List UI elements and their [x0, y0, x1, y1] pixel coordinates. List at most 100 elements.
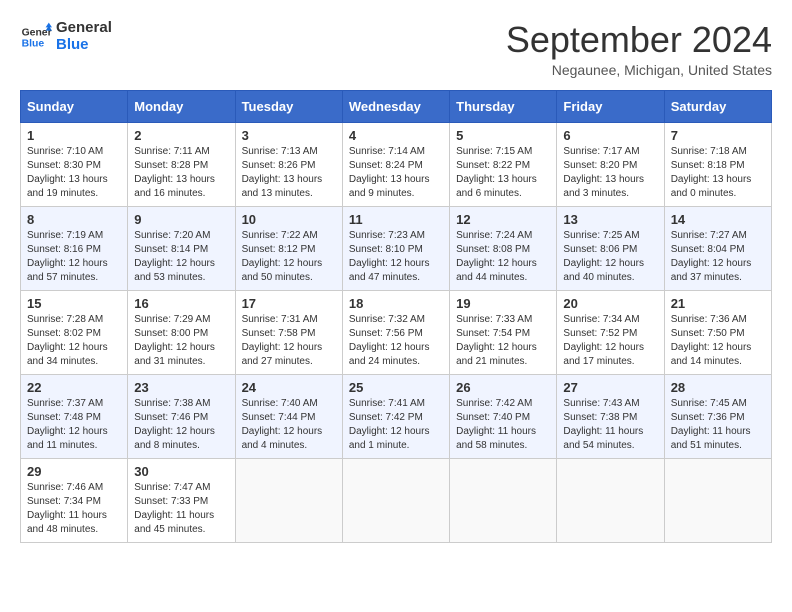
day-number: 12	[456, 212, 550, 227]
day-info: Sunrise: 7:38 AMSunset: 7:46 PMDaylight:…	[134, 398, 215, 451]
day-info: Sunrise: 7:15 AMSunset: 8:22 PMDaylight:…	[456, 146, 537, 199]
day-cell: 26 Sunrise: 7:42 AMSunset: 7:40 PMDaylig…	[450, 374, 557, 458]
week-row-1: 1 Sunrise: 7:10 AMSunset: 8:30 PMDayligh…	[21, 122, 772, 206]
svg-text:Blue: Blue	[22, 38, 45, 49]
day-number: 23	[134, 380, 228, 395]
day-cell: 18 Sunrise: 7:32 AMSunset: 7:56 PMDaylig…	[342, 290, 449, 374]
day-info: Sunrise: 7:11 AMSunset: 8:28 PMDaylight:…	[134, 146, 215, 199]
day-info: Sunrise: 7:41 AMSunset: 7:42 PMDaylight:…	[349, 398, 430, 451]
day-cell: 1 Sunrise: 7:10 AMSunset: 8:30 PMDayligh…	[21, 122, 128, 206]
day-info: Sunrise: 7:37 AMSunset: 7:48 PMDaylight:…	[27, 398, 108, 451]
day-number: 3	[242, 128, 336, 143]
day-number: 4	[349, 128, 443, 143]
day-cell: 6 Sunrise: 7:17 AMSunset: 8:20 PMDayligh…	[557, 122, 664, 206]
day-number: 20	[563, 296, 657, 311]
logo-icon: General Blue	[20, 21, 52, 53]
day-cell: 15 Sunrise: 7:28 AMSunset: 8:02 PMDaylig…	[21, 290, 128, 374]
day-cell: 29 Sunrise: 7:46 AMSunset: 7:34 PMDaylig…	[21, 458, 128, 542]
day-cell	[235, 458, 342, 542]
day-cell: 14 Sunrise: 7:27 AMSunset: 8:04 PMDaylig…	[664, 206, 771, 290]
logo-text: General Blue	[56, 20, 112, 53]
day-cell: 4 Sunrise: 7:14 AMSunset: 8:24 PMDayligh…	[342, 122, 449, 206]
week-row-2: 8 Sunrise: 7:19 AMSunset: 8:16 PMDayligh…	[21, 206, 772, 290]
day-info: Sunrise: 7:34 AMSunset: 7:52 PMDaylight:…	[563, 314, 644, 367]
day-cell: 9 Sunrise: 7:20 AMSunset: 8:14 PMDayligh…	[128, 206, 235, 290]
day-info: Sunrise: 7:18 AMSunset: 8:18 PMDaylight:…	[671, 146, 752, 199]
day-info: Sunrise: 7:27 AMSunset: 8:04 PMDaylight:…	[671, 230, 752, 283]
day-info: Sunrise: 7:24 AMSunset: 8:08 PMDaylight:…	[456, 230, 537, 283]
day-info: Sunrise: 7:13 AMSunset: 8:26 PMDaylight:…	[242, 146, 323, 199]
day-number: 27	[563, 380, 657, 395]
week-row-3: 15 Sunrise: 7:28 AMSunset: 8:02 PMDaylig…	[21, 290, 772, 374]
day-info: Sunrise: 7:42 AMSunset: 7:40 PMDaylight:…	[456, 398, 536, 451]
day-info: Sunrise: 7:47 AMSunset: 7:33 PMDaylight:…	[134, 482, 214, 535]
day-info: Sunrise: 7:43 AMSunset: 7:38 PMDaylight:…	[563, 398, 643, 451]
day-cell: 11 Sunrise: 7:23 AMSunset: 8:10 PMDaylig…	[342, 206, 449, 290]
day-number: 2	[134, 128, 228, 143]
day-number: 24	[242, 380, 336, 395]
day-cell: 8 Sunrise: 7:19 AMSunset: 8:16 PMDayligh…	[21, 206, 128, 290]
weekday-header-row: SundayMondayTuesdayWednesdayThursdayFrid…	[21, 90, 772, 122]
day-number: 15	[27, 296, 121, 311]
day-cell: 13 Sunrise: 7:25 AMSunset: 8:06 PMDaylig…	[557, 206, 664, 290]
day-cell: 10 Sunrise: 7:22 AMSunset: 8:12 PMDaylig…	[235, 206, 342, 290]
week-row-4: 22 Sunrise: 7:37 AMSunset: 7:48 PMDaylig…	[21, 374, 772, 458]
title-area: September 2024 Negaunee, Michigan, Unite…	[506, 20, 772, 78]
day-number: 16	[134, 296, 228, 311]
weekday-header-wednesday: Wednesday	[342, 90, 449, 122]
day-number: 25	[349, 380, 443, 395]
day-cell: 25 Sunrise: 7:41 AMSunset: 7:42 PMDaylig…	[342, 374, 449, 458]
day-info: Sunrise: 7:29 AMSunset: 8:00 PMDaylight:…	[134, 314, 215, 367]
day-cell	[342, 458, 449, 542]
day-cell: 21 Sunrise: 7:36 AMSunset: 7:50 PMDaylig…	[664, 290, 771, 374]
day-number: 19	[456, 296, 550, 311]
day-cell: 27 Sunrise: 7:43 AMSunset: 7:38 PMDaylig…	[557, 374, 664, 458]
day-info: Sunrise: 7:28 AMSunset: 8:02 PMDaylight:…	[27, 314, 108, 367]
location-subtitle: Negaunee, Michigan, United States	[506, 62, 772, 78]
weekday-header-tuesday: Tuesday	[235, 90, 342, 122]
day-info: Sunrise: 7:40 AMSunset: 7:44 PMDaylight:…	[242, 398, 323, 451]
day-cell: 20 Sunrise: 7:34 AMSunset: 7:52 PMDaylig…	[557, 290, 664, 374]
day-number: 17	[242, 296, 336, 311]
day-number: 5	[456, 128, 550, 143]
day-cell: 3 Sunrise: 7:13 AMSunset: 8:26 PMDayligh…	[235, 122, 342, 206]
weekday-header-monday: Monday	[128, 90, 235, 122]
weekday-header-friday: Friday	[557, 90, 664, 122]
day-cell	[557, 458, 664, 542]
day-cell	[450, 458, 557, 542]
day-info: Sunrise: 7:36 AMSunset: 7:50 PMDaylight:…	[671, 314, 752, 367]
day-cell: 22 Sunrise: 7:37 AMSunset: 7:48 PMDaylig…	[21, 374, 128, 458]
day-number: 9	[134, 212, 228, 227]
day-info: Sunrise: 7:46 AMSunset: 7:34 PMDaylight:…	[27, 482, 107, 535]
day-cell: 19 Sunrise: 7:33 AMSunset: 7:54 PMDaylig…	[450, 290, 557, 374]
day-cell: 30 Sunrise: 7:47 AMSunset: 7:33 PMDaylig…	[128, 458, 235, 542]
day-number: 11	[349, 212, 443, 227]
day-number: 7	[671, 128, 765, 143]
day-info: Sunrise: 7:23 AMSunset: 8:10 PMDaylight:…	[349, 230, 430, 283]
weekday-header-saturday: Saturday	[664, 90, 771, 122]
day-info: Sunrise: 7:10 AMSunset: 8:30 PMDaylight:…	[27, 146, 108, 199]
calendar-table: SundayMondayTuesdayWednesdayThursdayFrid…	[20, 90, 772, 543]
day-number: 26	[456, 380, 550, 395]
day-info: Sunrise: 7:31 AMSunset: 7:58 PMDaylight:…	[242, 314, 323, 367]
day-cell: 23 Sunrise: 7:38 AMSunset: 7:46 PMDaylig…	[128, 374, 235, 458]
day-cell	[664, 458, 771, 542]
day-number: 13	[563, 212, 657, 227]
day-cell: 7 Sunrise: 7:18 AMSunset: 8:18 PMDayligh…	[664, 122, 771, 206]
day-number: 22	[27, 380, 121, 395]
day-number: 8	[27, 212, 121, 227]
day-info: Sunrise: 7:14 AMSunset: 8:24 PMDaylight:…	[349, 146, 430, 199]
day-number: 28	[671, 380, 765, 395]
day-info: Sunrise: 7:45 AMSunset: 7:36 PMDaylight:…	[671, 398, 751, 451]
page-header: General Blue General Blue September 2024…	[20, 20, 772, 78]
day-number: 21	[671, 296, 765, 311]
day-cell: 28 Sunrise: 7:45 AMSunset: 7:36 PMDaylig…	[664, 374, 771, 458]
day-number: 6	[563, 128, 657, 143]
day-cell: 2 Sunrise: 7:11 AMSunset: 8:28 PMDayligh…	[128, 122, 235, 206]
day-info: Sunrise: 7:17 AMSunset: 8:20 PMDaylight:…	[563, 146, 644, 199]
logo: General Blue General Blue	[20, 20, 112, 53]
day-info: Sunrise: 7:22 AMSunset: 8:12 PMDaylight:…	[242, 230, 323, 283]
day-info: Sunrise: 7:25 AMSunset: 8:06 PMDaylight:…	[563, 230, 644, 283]
day-cell: 5 Sunrise: 7:15 AMSunset: 8:22 PMDayligh…	[450, 122, 557, 206]
day-number: 29	[27, 464, 121, 479]
